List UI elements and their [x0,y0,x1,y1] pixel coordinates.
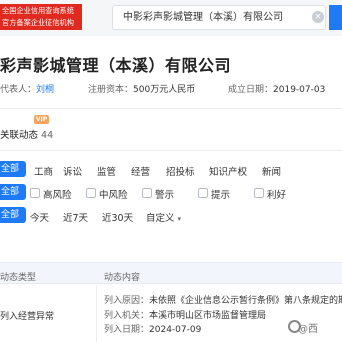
chevron-down-icon: ▾ [177,215,182,223]
filter-all-category[interactable]: 全部 [0,161,26,177]
section-title-text: 关联动态 [0,130,39,141]
authority-label: 列入机关： [104,311,150,321]
date-value: 2024-07-09 [149,325,202,335]
label-warning: 警示 [155,190,175,201]
divider [0,150,342,151]
time-30-days[interactable]: 近30天 [102,210,133,224]
official-badge: 全国企业信用查询系统 官方备案企业征信机构 [0,4,82,30]
founded-value: 2019-07-03 [273,85,326,95]
time-7-days[interactable]: 近7天 [63,210,88,224]
founded-label: 成立日期： [228,85,274,95]
checkbox-medium-risk[interactable] [86,188,96,198]
filter-all-risk[interactable]: 全部 [0,184,26,200]
badge-line-2: 官方备案企业征信机构 [2,18,74,27]
legal-rep-label: 代表人： [0,85,37,95]
capital-label: 注册资本： [88,85,134,95]
section-title: 关联动态 44 [0,127,53,141]
row-type: 列入经营异常 [0,312,55,322]
company-name: 彩声影城管理（本溪）有限公司 [0,56,232,75]
top-bar: 全国企业信用查询系统 官方备案企业征信机构 中影彩声影城管理（本溪）有限公司 × [0,0,342,36]
label-positive: 利好 [267,190,287,201]
checkbox-notice[interactable] [198,188,208,198]
date-label: 列入日期： [104,325,150,335]
row-date: 列入日期：2024-07-09 [104,322,201,335]
tab-business[interactable]: 工商 [34,164,53,178]
label-notice: 提示 [211,190,231,201]
capital-value: 500万元人民币 [133,85,196,95]
authority-value: 本溪市明山区市场监督管理局 [149,311,267,321]
reason-value: 未依照《企业信息公示暂行条例》第八条规定的期 [149,296,342,306]
clear-icon[interactable]: × [312,11,324,23]
tab-bidding[interactable]: 招投标 [166,164,195,178]
divider [0,108,342,109]
reason-label: 列入原因： [104,296,150,306]
vip-badge: VIP [34,115,49,124]
time-custom-dropdown[interactable]: 自定义 ▾ [146,210,181,224]
legal-rep-link[interactable]: 刘桐 [36,85,54,95]
time-today[interactable]: 今天 [30,210,49,224]
label-medium-risk: 中风险 [99,190,128,201]
time-custom-label: 自定义 [146,213,175,224]
tab-litigation[interactable]: 诉讼 [63,164,82,178]
legal-rep-field: 代表人：刘桐 [0,82,54,95]
watermark: @西 [298,324,318,335]
column-divider [96,285,97,342]
search-button[interactable] [329,5,342,30]
row-reason: 列入原因：未依照《企业信息公示暂行条例》第八条规定的期 [104,293,342,306]
checkbox-positive[interactable] [254,188,264,198]
label-high-risk: 高风险 [43,190,72,201]
badge-line-1: 全国企业信用查询系统 [2,6,74,15]
row-authority: 列入机关：本溪市明山区市场监督管理局 [104,308,266,321]
column-header-content: 动态内容 [104,273,141,283]
tab-operations[interactable]: 经营 [131,164,150,178]
capital-field: 注册资本：500万元人民币 [88,82,195,95]
tab-ip[interactable]: 知识产权 [209,164,247,178]
tab-news[interactable]: 新闻 [262,164,281,178]
column-header-type: 动态类型 [0,273,37,283]
tab-regulation[interactable]: 监管 [97,164,116,178]
dynamics-count: 44 [41,130,54,141]
founded-field: 成立日期：2019-07-03 [228,82,325,95]
search-input[interactable]: 中影彩声影城管理（本溪）有限公司 [112,5,326,30]
checkbox-warning[interactable] [142,188,152,198]
filter-all-time[interactable]: 全部 [0,207,26,223]
checkbox-high-risk[interactable] [30,188,40,198]
table-header [0,262,342,284]
